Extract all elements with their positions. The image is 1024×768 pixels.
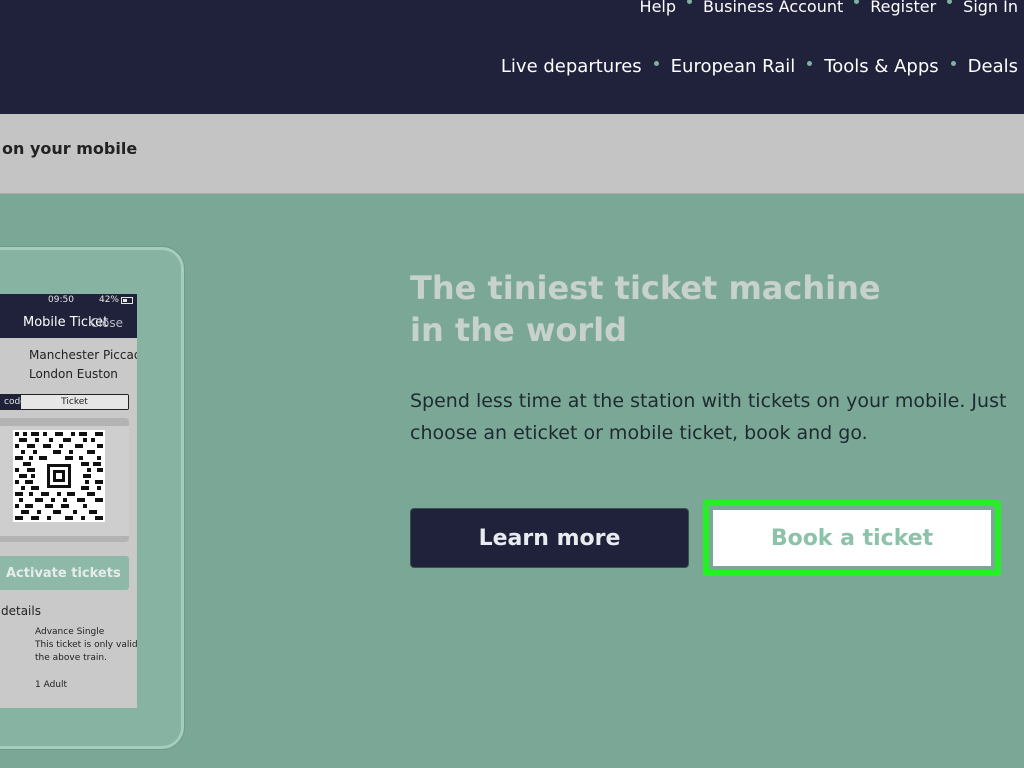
fare-note: This ticket is only valid on the above t…: [35, 640, 137, 663]
tab-code: code: [0, 395, 26, 409]
phone-status-bar: 09:50 42%: [0, 294, 137, 308]
hero-section: 09:50 42% Mobile Ticket Close 35 Manches…: [0, 195, 1024, 768]
breadcrumb-banner: on your mobile: [0, 114, 1024, 194]
route-row: 35 Manchester Piccadilly: [0, 348, 137, 364]
nav-live-departures[interactable]: Live departures: [501, 56, 642, 77]
nav-separator-dot: [950, 61, 956, 66]
nav-register[interactable]: Register: [870, 0, 936, 16]
nav-tools-apps[interactable]: Tools & Apps: [824, 56, 938, 77]
activate-tickets-button: Activate tickets: [0, 556, 129, 590]
ticket-details-heading: details: [1, 604, 41, 618]
route-row: 40 London Euston: [0, 367, 137, 383]
qr-panel: [0, 418, 129, 542]
nav-sign-in[interactable]: Sign In: [963, 0, 1018, 16]
battery-icon: [121, 296, 133, 304]
fare-info: Advance Single This ticket is only valid…: [35, 626, 137, 665]
fare-type: Advance Single: [35, 627, 105, 637]
status-time: 09:50: [48, 295, 74, 305]
nav-separator-dot: [947, 0, 953, 4]
tab-ticket: Ticket: [21, 395, 128, 409]
route-station: Manchester Piccadilly: [29, 348, 137, 362]
nav-european-rail[interactable]: European Rail: [671, 56, 796, 77]
nav-separator-dot: [854, 0, 860, 4]
qr-background: [0, 426, 129, 536]
book-ticket-button[interactable]: Book a ticket: [713, 510, 991, 566]
phone-mockup: 09:50 42% Mobile Ticket Close 35 Manches…: [0, 247, 184, 749]
hero-title-line-1: The tiniest ticket machine: [410, 269, 881, 307]
app-close-button: Close: [90, 316, 123, 330]
passenger-count: 1 Adult: [35, 680, 68, 690]
utility-nav: Help Business Account Register Sign In: [640, 0, 1018, 16]
nav-deals[interactable]: Deals: [968, 56, 1018, 77]
nav-separator-dot: [653, 61, 659, 66]
status-battery: 42%: [99, 295, 133, 305]
route-station: London Euston: [29, 367, 118, 381]
nav-business-account[interactable]: Business Account: [703, 0, 843, 16]
nav-separator-dot: [687, 0, 693, 4]
nav-help[interactable]: Help: [640, 0, 676, 16]
hero-title: The tiniest ticket machine in the world: [410, 267, 930, 351]
site-header: Help Business Account Register Sign In L…: [0, 0, 1024, 114]
hero-title-line-2: in the world: [410, 311, 628, 349]
ticket-tabs: code Ticket: [0, 394, 129, 410]
hero-description: Spend less time at the station with tick…: [410, 390, 1007, 444]
learn-more-button[interactable]: Learn more: [410, 508, 689, 568]
qr-code-icon: [13, 430, 105, 522]
main-nav: Live departures European Rail Tools & Ap…: [501, 56, 1018, 77]
nav-separator-dot: [807, 61, 813, 66]
battery-percent: 42%: [98, 295, 119, 305]
phone-app-bar: Mobile Ticket Close: [0, 308, 137, 338]
banner-title: on your mobile: [2, 139, 138, 158]
phone-screen: 09:50 42% Mobile Ticket Close 35 Manches…: [0, 294, 137, 708]
